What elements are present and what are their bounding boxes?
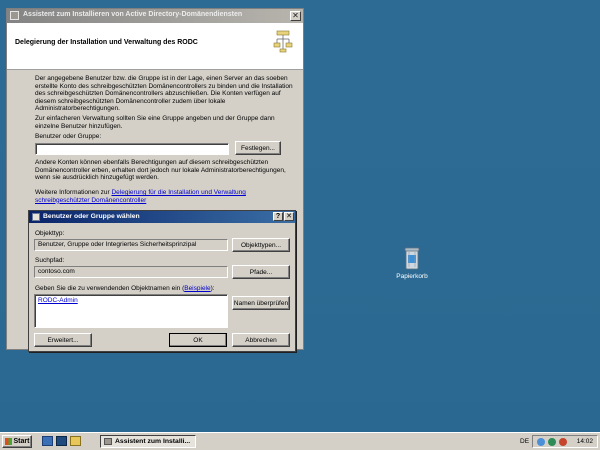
start-label: Start	[13, 438, 30, 445]
help-button[interactable]: ?	[273, 212, 283, 221]
object-names-label: Geben Sie die zu verwendenden Objektname…	[35, 285, 215, 292]
object-names-label-suffix: ):	[210, 285, 215, 292]
set-user-group-button[interactable]: Festlegen...	[235, 141, 281, 155]
wizard-body: Der angegebene Benutzer bzw. die Gruppe …	[35, 75, 295, 130]
windows-flag-icon	[4, 438, 12, 445]
taskbar-item-label: Assistent zum Installi...	[115, 438, 191, 445]
user-group-label: Benutzer oder Gruppe:	[35, 133, 102, 140]
wizard-description-1: Der angegebene Benutzer bzw. die Gruppe …	[35, 75, 293, 112]
users-icon	[32, 213, 40, 221]
powershell-icon[interactable]	[56, 436, 67, 446]
system-tray: 14:02	[532, 435, 598, 448]
object-type-field: Benutzer, Gruppe oder Integriertes Siche…	[34, 239, 228, 251]
location-label: Suchpfad:	[35, 257, 65, 264]
object-type-label: Objekttyp:	[35, 230, 65, 237]
dialog-titlebar[interactable]: Benutzer oder Gruppe wählen ? ✕	[29, 211, 295, 223]
check-names-button[interactable]: Namen überprüfen	[232, 296, 290, 310]
notification-icon[interactable]	[559, 438, 567, 446]
more-info-prefix: Weitere Informationen zur	[35, 189, 112, 196]
wizard-task-icon	[104, 438, 112, 445]
taskbar: Start Assistent zum Installi... DE 14:02	[0, 432, 600, 450]
wizard-close-button[interactable]: ✕	[290, 11, 301, 21]
select-users-dialog: Benutzer oder Gruppe wählen ? ✕ Objektty…	[28, 210, 296, 352]
desktop: Papierkorb Assistent zum Installieren vo…	[0, 0, 600, 432]
recycle-bin[interactable]: Papierkorb	[394, 246, 430, 280]
examples-link[interactable]: Beispiele	[184, 285, 210, 292]
wizard-app-icon	[10, 11, 19, 20]
taskbar-item-wizard[interactable]: Assistent zum Installi...	[100, 435, 196, 448]
security-icon[interactable]	[548, 438, 556, 446]
directory-tree-icon	[273, 29, 293, 55]
locations-button[interactable]: Pfade...	[232, 265, 290, 279]
recycle-bin-label: Papierkorb	[396, 273, 428, 280]
object-types-button[interactable]: Objekttypen...	[232, 238, 290, 252]
wizard-header: Delegierung der Installation und Verwalt…	[7, 23, 303, 70]
object-names-textarea[interactable]: RODC-Admin	[34, 294, 228, 328]
user-group-input[interactable]	[35, 143, 229, 155]
wizard-page-title: Delegierung der Installation und Verwalt…	[15, 39, 198, 46]
language-indicator[interactable]: DE	[520, 438, 529, 445]
clock[interactable]: 14:02	[577, 438, 593, 445]
server-manager-icon[interactable]	[42, 436, 53, 446]
cancel-button[interactable]: Abbrechen	[232, 333, 290, 347]
wizard-titlebar[interactable]: Assistent zum Installieren von Active Di…	[7, 9, 303, 23]
wizard-title: Assistent zum Installieren von Active Di…	[23, 11, 243, 18]
more-info-text: Weitere Informationen zur Delegierung fü…	[35, 189, 285, 204]
dialog-close-button[interactable]: ✕	[284, 212, 294, 221]
location-field: contoso.com	[34, 266, 228, 278]
ok-button[interactable]: OK	[169, 333, 227, 347]
start-button[interactable]: Start	[2, 435, 32, 448]
resolved-object-name: RODC-Admin	[38, 297, 78, 304]
explorer-icon[interactable]	[70, 436, 81, 446]
object-names-label-prefix: Geben Sie die zu verwendenden Objektname…	[35, 285, 185, 292]
wizard-description-2: Zur einfacheren Verwaltung sollten Sie e…	[35, 115, 275, 130]
advanced-button[interactable]: Erweitert...	[34, 333, 92, 347]
network-icon[interactable]	[537, 438, 545, 446]
wizard-description-3: Andere Konten können ebenfalls Berechtig…	[35, 159, 286, 182]
recycle-bin-icon	[404, 246, 420, 270]
dialog-title: Benutzer oder Gruppe wählen	[43, 213, 140, 220]
